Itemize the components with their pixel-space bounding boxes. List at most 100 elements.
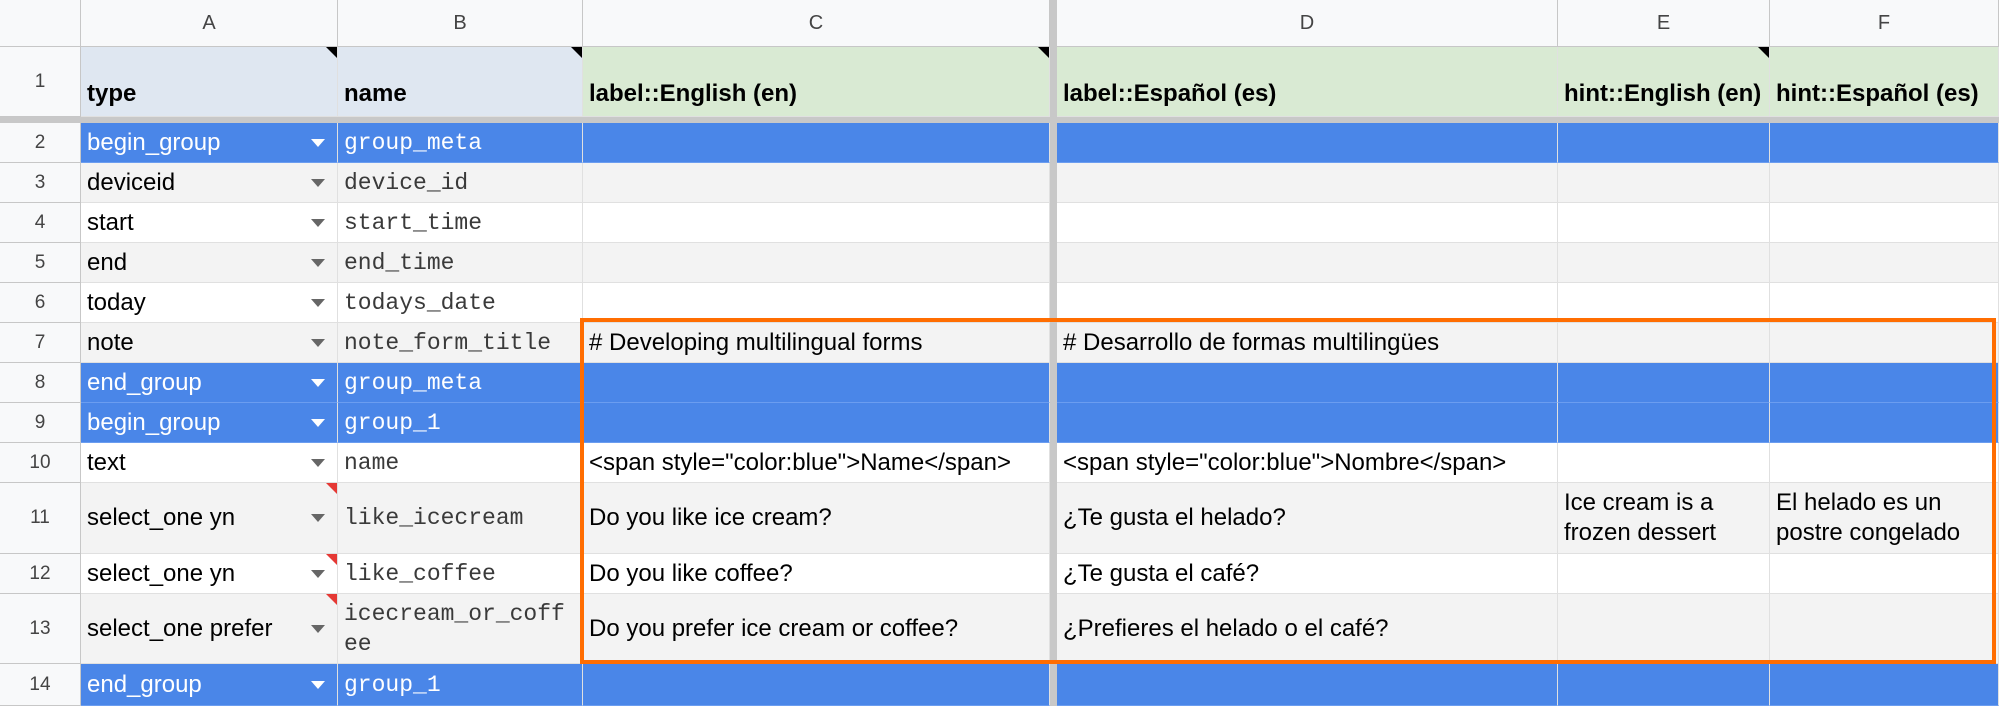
row-header-6[interactable]: 6 xyxy=(0,283,81,323)
chevron-down-icon[interactable] xyxy=(311,138,325,147)
cell[interactable] xyxy=(1558,283,1770,323)
row-header-5[interactable]: 5 xyxy=(0,243,81,283)
chevron-down-icon[interactable] xyxy=(311,680,325,689)
cell[interactable] xyxy=(1057,203,1558,243)
row-header-1[interactable]: 1 xyxy=(0,47,81,117)
cell[interactable] xyxy=(583,363,1050,403)
name-cell[interactable]: like_icecream xyxy=(338,483,583,554)
cell[interactable]: ¿Te gusta el café? xyxy=(1057,554,1558,594)
name-cell[interactable]: name xyxy=(338,443,583,483)
chevron-down-icon[interactable] xyxy=(311,418,325,427)
frozen-row-divider[interactable] xyxy=(0,117,1999,123)
chevron-down-icon[interactable] xyxy=(311,514,325,522)
cell[interactable] xyxy=(583,163,1050,203)
cell[interactable] xyxy=(1057,123,1558,163)
row-header-3[interactable]: 3 xyxy=(0,163,81,203)
cell[interactable] xyxy=(583,283,1050,323)
type-dropdown-cell[interactable]: today xyxy=(81,283,338,323)
cell[interactable] xyxy=(583,123,1050,163)
type-dropdown-cell[interactable]: select_one yn xyxy=(81,483,338,554)
type-dropdown-cell[interactable]: end_group xyxy=(81,363,338,403)
cell[interactable] xyxy=(583,203,1050,243)
type-dropdown-cell[interactable]: start xyxy=(81,203,338,243)
cell[interactable] xyxy=(1558,554,1770,594)
header-label-es[interactable]: label::Español (es) xyxy=(1057,47,1558,117)
cell[interactable] xyxy=(1057,363,1558,403)
cell[interactable]: ¿Prefieres el helado o el café? xyxy=(1057,594,1558,664)
cell[interactable] xyxy=(1558,403,1770,443)
column-header-f[interactable]: F xyxy=(1770,0,1999,47)
row-header-9[interactable]: 9 xyxy=(0,403,81,443)
chevron-down-icon[interactable] xyxy=(311,258,325,267)
name-cell[interactable]: group_1 xyxy=(338,403,583,443)
cell[interactable]: Ice cream is a frozen dessert xyxy=(1558,483,1770,554)
column-header-a[interactable]: A xyxy=(81,0,338,47)
cell[interactable] xyxy=(1057,283,1558,323)
type-dropdown-cell[interactable]: select_one yn xyxy=(81,554,338,594)
type-dropdown-cell[interactable]: note xyxy=(81,323,338,363)
type-dropdown-cell[interactable]: select_one prefer xyxy=(81,594,338,664)
chevron-down-icon[interactable] xyxy=(311,569,325,578)
chevron-down-icon[interactable] xyxy=(311,298,325,307)
column-header-c[interactable]: C xyxy=(583,0,1050,47)
chevron-down-icon[interactable] xyxy=(311,178,325,187)
chevron-down-icon[interactable] xyxy=(311,458,325,467)
name-cell[interactable]: device_id xyxy=(338,163,583,203)
cell[interactable] xyxy=(583,243,1050,283)
cell[interactable] xyxy=(1558,363,1770,403)
chevron-down-icon[interactable] xyxy=(311,624,325,633)
type-dropdown-cell[interactable]: text xyxy=(81,443,338,483)
row-header-8[interactable]: 8 xyxy=(0,363,81,403)
column-header-d[interactable]: D xyxy=(1057,0,1558,47)
column-header-e[interactable]: E xyxy=(1558,0,1770,47)
cell[interactable] xyxy=(1558,203,1770,243)
name-cell[interactable]: icecream_or_coffee xyxy=(338,594,583,664)
name-cell[interactable]: note_form_title xyxy=(338,323,583,363)
header-hint-es[interactable]: hint::Español (es) xyxy=(1770,47,1999,117)
name-cell[interactable]: end_time xyxy=(338,243,583,283)
row-header-4[interactable]: 4 xyxy=(0,203,81,243)
cell[interactable] xyxy=(1057,403,1558,443)
type-dropdown-cell[interactable]: begin_group xyxy=(81,123,338,163)
cell[interactable] xyxy=(1558,664,1770,706)
row-header-13[interactable]: 13 xyxy=(0,594,81,664)
name-cell[interactable]: start_time xyxy=(338,203,583,243)
chevron-down-icon[interactable] xyxy=(311,338,325,347)
chevron-down-icon[interactable] xyxy=(311,378,325,387)
cell[interactable] xyxy=(1770,323,1999,363)
cell[interactable] xyxy=(1770,243,1999,283)
cell[interactable]: # Developing multilingual forms xyxy=(583,323,1050,363)
cell[interactable] xyxy=(1770,443,1999,483)
cell[interactable] xyxy=(1770,664,1999,706)
row-header-11[interactable]: 11 xyxy=(0,483,81,554)
cell[interactable] xyxy=(1558,594,1770,664)
frozen-column-divider[interactable] xyxy=(1050,0,1057,706)
cell[interactable]: El helado es un postre congelado xyxy=(1770,483,1999,554)
name-cell[interactable]: todays_date xyxy=(338,283,583,323)
cell[interactable] xyxy=(1558,323,1770,363)
cell[interactable]: Do you like coffee? xyxy=(583,554,1050,594)
header-type[interactable]: type xyxy=(81,47,338,117)
cell[interactable]: <span style="color:blue">Nombre</span> xyxy=(1057,443,1558,483)
row-header-10[interactable]: 10 xyxy=(0,443,81,483)
header-hint-en[interactable]: hint::English (en) xyxy=(1558,47,1770,117)
cell[interactable] xyxy=(1057,664,1558,706)
cell[interactable] xyxy=(1770,403,1999,443)
name-cell[interactable]: like_coffee xyxy=(338,554,583,594)
cell[interactable] xyxy=(1770,594,1999,664)
cell[interactable] xyxy=(1057,243,1558,283)
cell[interactable] xyxy=(583,403,1050,443)
type-dropdown-cell[interactable]: end_group xyxy=(81,664,338,706)
cell[interactable] xyxy=(1770,163,1999,203)
name-cell[interactable]: group_meta xyxy=(338,363,583,403)
cell[interactable] xyxy=(1558,123,1770,163)
select-all-corner[interactable] xyxy=(0,0,81,47)
row-header-7[interactable]: 7 xyxy=(0,323,81,363)
cell[interactable] xyxy=(1558,443,1770,483)
column-header-b[interactable]: B xyxy=(338,0,583,47)
type-dropdown-cell[interactable]: deviceid xyxy=(81,163,338,203)
row-header-2[interactable]: 2 xyxy=(0,123,81,163)
cell[interactable] xyxy=(1770,554,1999,594)
name-cell[interactable]: group_meta xyxy=(338,123,583,163)
cell[interactable] xyxy=(1770,203,1999,243)
